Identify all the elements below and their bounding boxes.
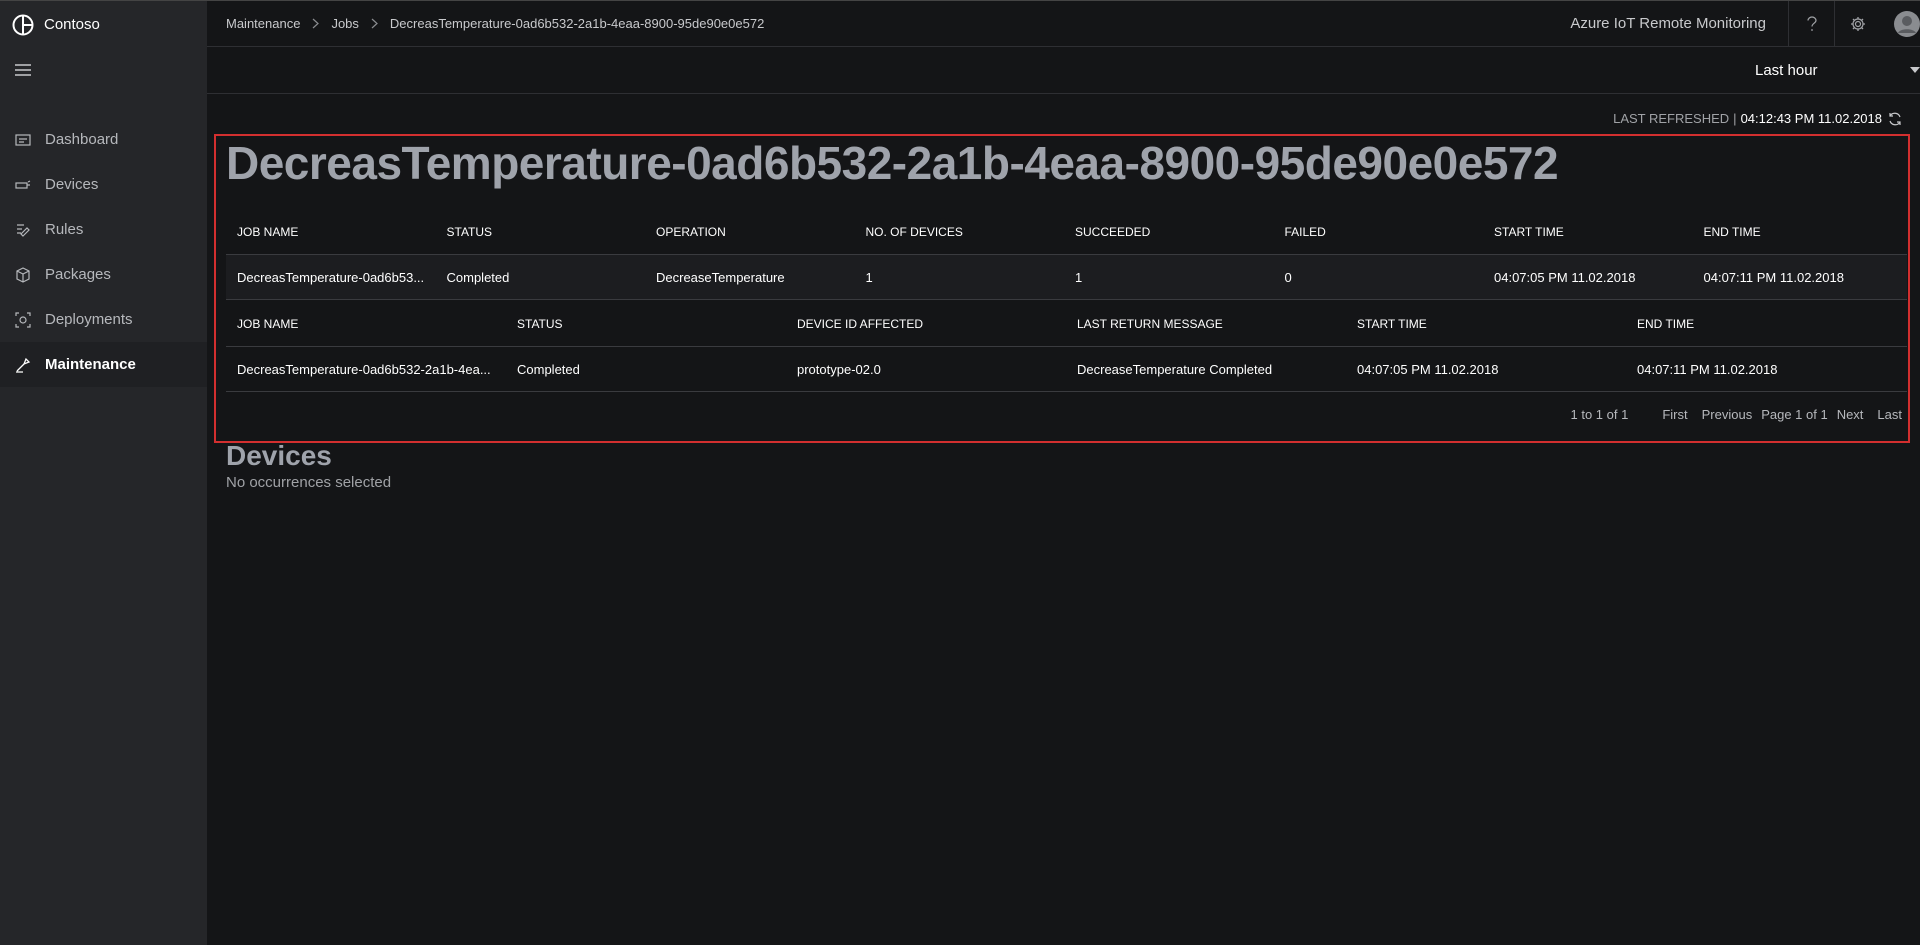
cell-status: Completed [517,361,580,377]
cell-start-time: 04:07:05 PM 11.02.2018 [1357,361,1499,377]
column-header-no-of-devices[interactable]: NO. OF DEVICES [855,225,1065,239]
sidebar-item-dashboard[interactable]: Dashboard [0,117,207,162]
sidebar-item-packages[interactable]: Packages [0,252,207,297]
caret-down-icon [1910,67,1920,73]
breadcrumb: Maintenance Jobs DecreasTemperature-0ad6… [207,16,1570,31]
deployments-icon [15,311,31,328]
cell-status: Completed [446,269,510,285]
pagination: 1 to 1 of 1 First Previous Page 1 of 1 N… [1557,407,1903,422]
cell-last-return-message: DecreaseTemperature Completed [1077,361,1273,377]
time-range-select[interactable]: Last hour [1745,47,1920,93]
avatar-icon [1894,10,1920,37]
cell-succeeded: 1 [1075,269,1083,285]
sidebar-item-rules[interactable]: Rules [0,207,207,252]
job-title: DecreasTemperature-0ad6b532-2a1b-4eaa-89… [226,137,1559,189]
maintenance-icon [15,357,31,373]
sidebar-item-label: Dashboard [45,131,119,148]
cell-job-name: DecreasTemperature-0ad6b53... [237,269,425,285]
breadcrumb-jobs[interactable]: Jobs [331,16,358,31]
breadcrumb-current-job: DecreasTemperature-0ad6b532-2a1b-4eaa-89… [389,16,765,31]
pagination-range: 1 to 1 of 1 [1570,407,1629,422]
cell-start-time: 04:07:05 PM 11.02.2018 [1494,269,1636,285]
sidebar-item-label: Packages [45,266,111,283]
contoso-logo-icon [12,14,34,35]
cell-job-name: DecreasTemperature-0ad6b532-2a1b-4ea... [237,361,491,377]
breadcrumb-maintenance[interactable]: Maintenance [226,16,300,31]
help-button[interactable] [1788,0,1834,47]
table-row[interactable]: DecreasTemperature-0ad6b532-2a1b-4ea... … [226,347,1907,392]
sidebar-item-devices[interactable]: Devices [0,162,207,207]
cell-device-id: prototype-02.0 [797,361,881,377]
gear-icon [1850,16,1865,31]
hamburger-menu-button[interactable] [0,48,207,92]
devices-section-title: Devices [226,440,332,471]
last-refreshed: LAST REFRESHED | 04:12:43 PM 11.02.2018 [1613,111,1902,126]
table-header-row: JOB NAME STATUS DEVICE ID AFFECTED LAST … [226,301,1907,347]
sidebar-item-label: Devices [45,176,99,193]
column-header-job-name[interactable]: JOB NAME [226,317,506,331]
chevron-right-icon [371,18,378,29]
job-devices-table: JOB NAME STATUS DEVICE ID AFFECTED LAST … [226,301,1907,392]
column-header-start-time[interactable]: START TIME [1346,317,1626,331]
brand-name: Contoso [44,16,100,33]
column-header-operation[interactable]: OPERATION [645,225,855,239]
help-icon [1806,15,1817,31]
packages-icon [15,266,31,283]
sidebar-item-maintenance[interactable]: Maintenance [0,342,207,387]
last-page-button[interactable]: Last [1877,407,1902,422]
sidebar-item-deployments[interactable]: Deployments [0,297,207,342]
devices-icon [15,177,31,193]
column-header-device-id[interactable]: DEVICE ID AFFECTED [786,317,1066,331]
column-header-failed[interactable]: FAILED [1274,225,1484,239]
refresh-icon [1889,112,1901,125]
column-header-status[interactable]: STATUS [506,317,786,331]
previous-page-button[interactable]: Previous [1702,407,1753,422]
sidebar: Contoso Dashboard Devices Rules Packages [0,0,207,945]
time-range-bar: Last hour [207,47,1920,94]
cell-end-time: 04:07:11 PM 11.02.2018 [1703,269,1844,285]
last-refreshed-time: 04:12:43 PM 11.02.2018 [1740,111,1882,126]
column-header-start-time[interactable]: START TIME [1483,225,1693,239]
refresh-button[interactable] [1888,112,1902,126]
cell-failed: 0 [1284,269,1292,285]
last-refreshed-label: LAST REFRESHED [1613,111,1730,126]
column-header-status[interactable]: STATUS [436,225,646,239]
cell-no-of-devices: 1 [865,269,873,285]
sidebar-item-label: Rules [45,221,84,238]
first-page-button[interactable]: First [1662,407,1687,422]
column-header-succeeded[interactable]: SUCCEEDED [1064,225,1274,239]
user-avatar-button[interactable] [1880,1,1920,47]
table-header-row: JOB NAME STATUS OPERATION NO. OF DEVICES… [226,209,1907,255]
column-header-end-time[interactable]: END TIME [1693,225,1903,239]
last-refreshed-separator: | [1733,111,1737,126]
sidebar-item-label: Maintenance [45,356,136,373]
job-summary-table: JOB NAME STATUS OPERATION NO. OF DEVICES… [226,209,1907,300]
column-header-job-name[interactable]: JOB NAME [226,225,436,239]
brand[interactable]: Contoso [0,1,207,48]
rules-icon [15,222,31,238]
column-header-last-return-message[interactable]: LAST RETURN MESSAGE [1066,317,1346,331]
sidebar-item-label: Deployments [45,311,133,328]
table-row[interactable]: DecreasTemperature-0ad6b53... Completed … [226,255,1907,300]
dashboard-icon [15,132,31,148]
pagination-page-info: Page 1 of 1 [1761,407,1828,422]
next-page-button[interactable]: Next [1837,407,1864,422]
settings-button[interactable] [1834,0,1880,47]
column-header-end-time[interactable]: END TIME [1626,317,1907,331]
cell-operation: DecreaseTemperature [656,269,785,285]
time-range-value: Last hour [1755,61,1818,79]
app-title: Azure IoT Remote Monitoring [1570,15,1766,32]
top-bar: Maintenance Jobs DecreasTemperature-0ad6… [207,0,1920,47]
chevron-right-icon [312,18,320,29]
cell-end-time: 04:07:11 PM 11.02.2018 [1637,361,1778,377]
hamburger-icon [15,64,31,76]
devices-empty-message: No occurrences selected [226,474,392,491]
